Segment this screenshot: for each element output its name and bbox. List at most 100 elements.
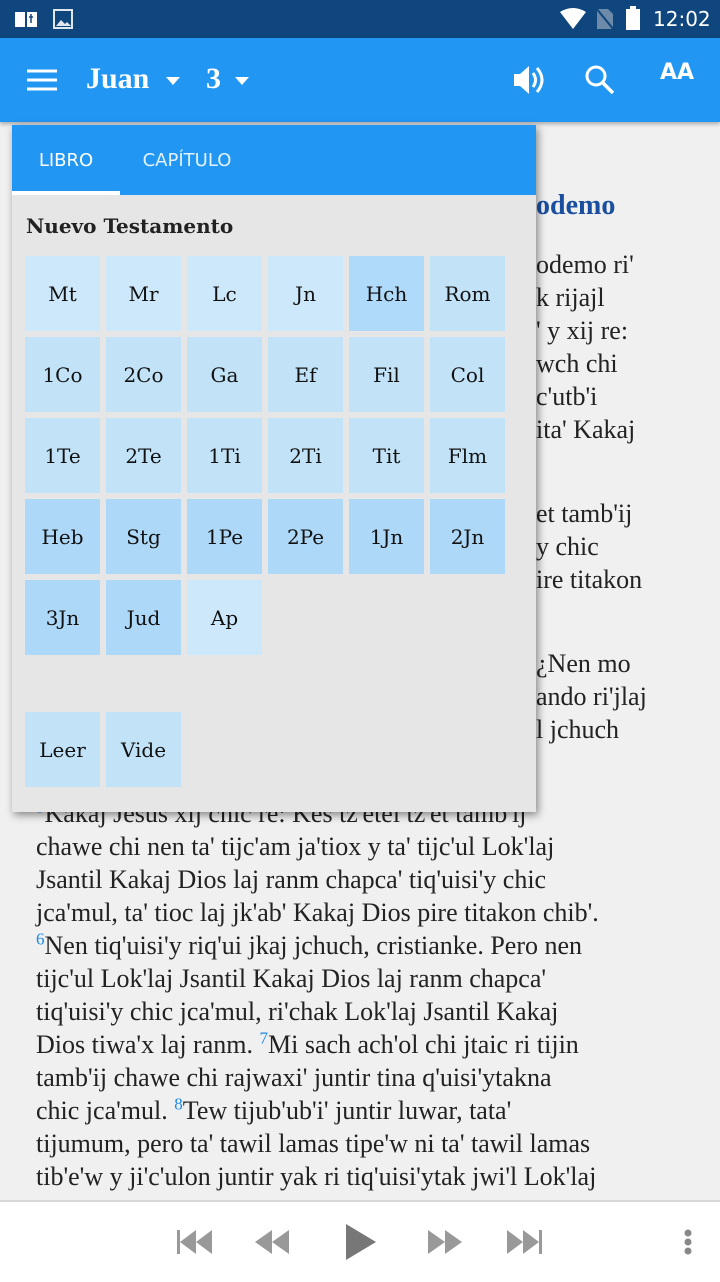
book-button-2jn[interactable]: 2Jn xyxy=(430,499,505,574)
section-heading: odemo xyxy=(536,190,616,221)
status-bar: 12:02 xyxy=(0,0,720,38)
verse-line: tijc'ul Lok'laj Jsantil Kakaj Dios laj r… xyxy=(36,962,599,995)
clock: 12:02 xyxy=(653,7,711,31)
book-button-2ti[interactable]: 2Ti xyxy=(268,418,343,493)
verse-text: tib'e'w y ji'c'ulon juntir yak ri tiq'ui… xyxy=(36,1162,597,1191)
chapter-number: 3 xyxy=(206,62,221,95)
verse-line: tijumum, pero ta' tawil lamas tipe'w ni … xyxy=(36,1127,599,1160)
text-fragment: et tamb'ij xyxy=(536,499,633,528)
verse-line: 6Nen tiq'uisi'y riq'ui jkaj jchuch, cris… xyxy=(36,929,599,962)
book-button-1te[interactable]: 1Te xyxy=(25,418,100,493)
verse-text: chawe chi nen ta' tijc'am ja'tiox y ta' … xyxy=(36,832,555,861)
verse-text: tijumum, pero ta' tawil lamas tipe'w ni … xyxy=(36,1129,591,1158)
book-button-rom[interactable]: Rom xyxy=(430,256,505,331)
book-chooser-popup: LIBRO CAPÍTULO Nuevo Testamento Mt Mr Lc Jn… xyxy=(12,125,536,812)
verse-line: Jsantil Kakaj Dios laj ranm chapca' tiq'… xyxy=(36,863,599,896)
play-icon[interactable] xyxy=(346,1224,376,1260)
book-button-jn[interactable]: Jn xyxy=(268,256,343,331)
book-button-flm[interactable]: Flm xyxy=(430,418,505,493)
book-button-2co[interactable]: 2Co xyxy=(106,337,181,412)
verse-text: chic jca'mul. xyxy=(36,1096,175,1125)
book-button-1co[interactable]: 1Co xyxy=(25,337,100,412)
verse-text: Nen tiq'uisi'y riq'ui jkaj jchuch, crist… xyxy=(44,931,583,960)
text-fragment: ando ri'jlaj xyxy=(536,682,647,711)
book-button-stg[interactable]: Stg xyxy=(106,499,181,574)
book-button-fil[interactable]: Fil xyxy=(349,337,424,412)
verse-text: tijc'ul Lok'laj Jsantil Kakaj Dios laj r… xyxy=(36,964,547,993)
verse-line: chawe chi nen ta' tijc'am ja'tiox y ta' … xyxy=(36,830,599,863)
battery-icon xyxy=(626,6,640,30)
chevron-down-icon xyxy=(235,77,249,85)
skip-previous-icon[interactable] xyxy=(177,1230,213,1254)
section-title: Nuevo Testamento xyxy=(26,214,234,238)
book-button-vide[interactable]: Vide xyxy=(106,712,181,787)
book-button-col[interactable]: Col xyxy=(430,337,505,412)
skip-next-icon[interactable] xyxy=(507,1230,543,1254)
verse-text: jca'mul, ta' tioc laj jk'ab' Kakaj Dios … xyxy=(36,898,599,927)
text-fragment: k rijajl xyxy=(536,283,605,312)
verse-number[interactable]: 8 xyxy=(174,1094,183,1113)
book-button-3jn[interactable]: 3Jn xyxy=(25,580,100,655)
verse-text: tiq'uisi'y chic jca'mul, ri'chak Lok'laj… xyxy=(36,997,559,1026)
audio-player-bar xyxy=(0,1200,720,1282)
book-button-2te[interactable]: 2Te xyxy=(106,418,181,493)
book-button-1jn[interactable]: 1Jn xyxy=(349,499,424,574)
menu-icon[interactable] xyxy=(27,69,57,91)
book-button-leer[interactable]: Leer xyxy=(25,712,100,787)
book-button-1pe[interactable]: 1Pe xyxy=(187,499,262,574)
fast-forward-icon[interactable] xyxy=(428,1230,462,1254)
text-fragment: wch chi xyxy=(536,349,618,378)
no-sim-icon xyxy=(596,8,614,30)
verse-text: Jsantil Kakaj Dios laj ranm chapca' tiq'… xyxy=(36,865,547,894)
verse-line: tamb'ij chawe chi rajwaxi' juntir tina q… xyxy=(36,1061,599,1094)
bible-app-icon xyxy=(15,12,37,27)
text-fragment: ¿Nen mo xyxy=(536,649,631,678)
verse-text: tamb'ij chawe chi rajwaxi' juntir tina q… xyxy=(36,1063,552,1092)
more-vert-icon[interactable] xyxy=(682,1228,694,1258)
book-button-lc[interactable]: Lc xyxy=(187,256,262,331)
toolbar: Juan 3 AA xyxy=(0,38,720,122)
text-fragment: y chic xyxy=(536,532,599,561)
book-button-jud[interactable]: Jud xyxy=(106,580,181,655)
verse-text: Dios tiwa'x laj ranm. xyxy=(36,1030,260,1059)
book-button-2pe[interactable]: 2Pe xyxy=(268,499,343,574)
tab-indicator xyxy=(12,191,120,195)
speaker-icon[interactable] xyxy=(512,64,546,96)
verse-number[interactable]: 7 xyxy=(259,1028,268,1047)
text-fragment: l jchuch xyxy=(536,715,620,744)
chapter-selector[interactable]: 3 xyxy=(206,38,256,122)
text-fragment: ' y xij re: xyxy=(536,316,629,345)
rewind-icon[interactable] xyxy=(255,1230,289,1254)
image-icon xyxy=(53,9,73,29)
search-icon[interactable] xyxy=(584,64,616,96)
verse-text: Mi sach ach'ol chi jtaic ri tijin xyxy=(267,1030,579,1059)
book-button-heb[interactable]: Heb xyxy=(25,499,100,574)
verse-line: tib'e'w y ji'c'ulon juntir yak ri tiq'ui… xyxy=(36,1160,599,1193)
book-button-ga[interactable]: Ga xyxy=(187,337,262,412)
book-button-tit[interactable]: Tit xyxy=(349,418,424,493)
verse-number[interactable]: 6 xyxy=(36,929,45,948)
verse-line: jca'mul, ta' tioc laj jk'ab' Kakaj Dios … xyxy=(36,896,599,929)
text-fragment: ire titakon xyxy=(536,565,643,594)
chevron-down-icon xyxy=(166,77,180,85)
text-fragment: c'utb'i xyxy=(536,382,598,411)
verse-line: tiq'uisi'y chic jca'mul, ri'chak Lok'laj… xyxy=(36,995,599,1028)
text-size-icon[interactable]: AA xyxy=(660,60,694,85)
book-selector[interactable]: Juan xyxy=(86,38,186,122)
verse-line: chic jca'mul. 8Tew tijub'ub'i' juntir lu… xyxy=(36,1094,599,1127)
tab-libro[interactable]: LIBRO xyxy=(12,125,120,195)
tab-bar: LIBRO CAPÍTULO xyxy=(12,125,536,195)
book-button-ef[interactable]: Ef xyxy=(268,337,343,412)
book-button-1ti[interactable]: 1Ti xyxy=(187,418,262,493)
book-button-ap[interactable]: Ap xyxy=(187,580,262,655)
book-button-mt[interactable]: Mt xyxy=(25,256,100,331)
book-title: Juan xyxy=(86,62,150,95)
tab-capitulo[interactable]: CAPÍTULO xyxy=(120,125,254,195)
reading-text: 5Kakaj Jesus xij chic re: Kes tz'etel tz… xyxy=(36,797,599,1193)
book-button-mr[interactable]: Mr xyxy=(106,256,181,331)
text-fragment: odemo ri' xyxy=(536,250,634,279)
verse-line: Dios tiwa'x laj ranm. 7Mi sach ach'ol ch… xyxy=(36,1028,599,1061)
verse-text: Tew tijub'ub'i' juntir luwar, tata' xyxy=(182,1096,512,1125)
book-button-hch[interactable]: Hch xyxy=(349,256,424,331)
wifi-icon xyxy=(560,8,586,29)
